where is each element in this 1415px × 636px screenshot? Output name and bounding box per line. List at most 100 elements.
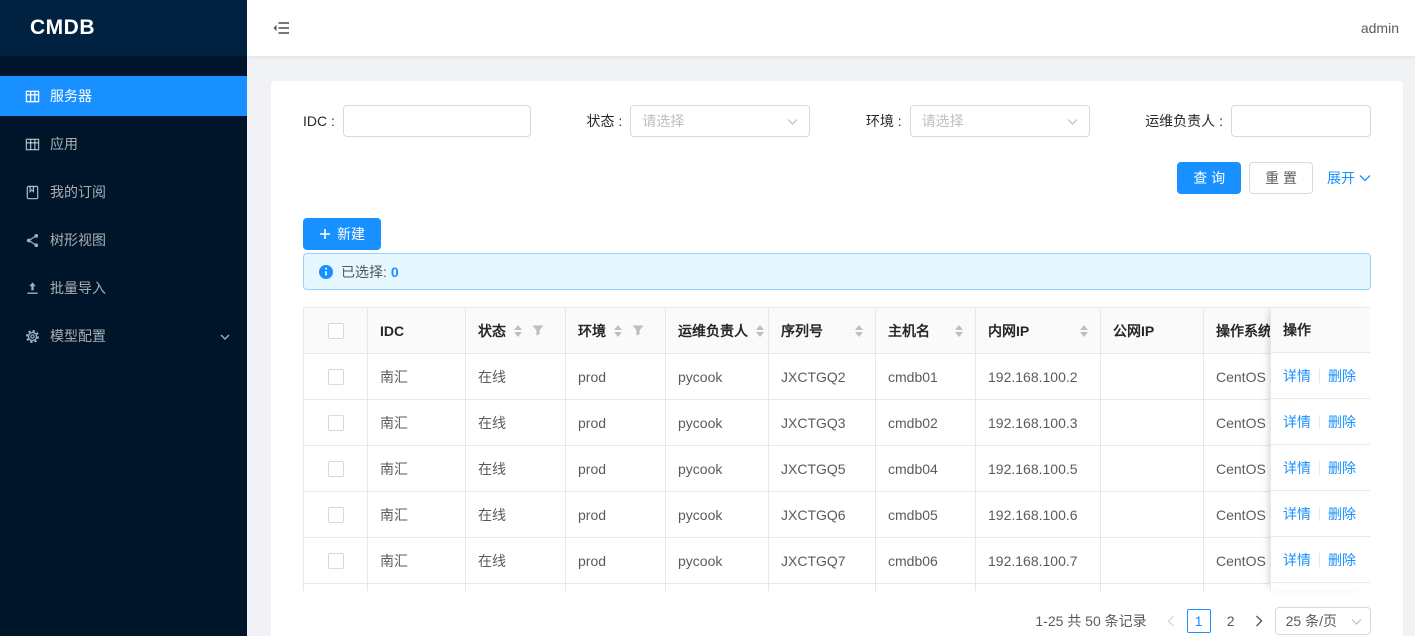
chevron-down-icon	[787, 113, 798, 129]
detail-link[interactable]: 详情	[1283, 412, 1311, 432]
sidebar-item-subscriptions[interactable]: 我的订阅	[0, 172, 247, 212]
filter-funnel-icon[interactable]	[532, 325, 544, 336]
search-button[interactable]: 查 询	[1177, 162, 1241, 194]
filter-env: 环境 : 请选择	[866, 105, 1090, 137]
content-card: IDC : 状态 : 请选择 环境 : 请选择 运维负责人 :	[271, 81, 1403, 636]
expand-link[interactable]: 展开	[1327, 168, 1371, 188]
user-name[interactable]: admin	[1361, 20, 1399, 36]
sidebar-item-label: 树形视图	[50, 230, 106, 250]
cell-serial: JXCTGQ5	[769, 446, 876, 492]
sort-icon[interactable]	[855, 325, 863, 337]
row-checkbox[interactable]	[328, 461, 344, 477]
cell-public-ip	[1101, 492, 1204, 538]
cell-status: 在线	[466, 446, 566, 492]
gear-icon	[24, 328, 40, 344]
page-size-select[interactable]: 25 条/页	[1275, 607, 1371, 635]
action-cell: 详情 删除	[1270, 583, 1370, 591]
cell-private-ip: 192.168.100.6	[976, 492, 1101, 538]
cell-serial: JXCTGQ2	[769, 354, 876, 400]
owner-input[interactable]	[1231, 105, 1371, 137]
status-label: 状态 :	[586, 111, 630, 131]
cell-private-ip: 192.168.100.2	[976, 354, 1101, 400]
cell-hostname: cmdb01	[876, 354, 976, 400]
app-logo: CMDB	[0, 0, 247, 56]
detail-link[interactable]: 详情	[1283, 458, 1311, 478]
chevron-down-icon	[1359, 174, 1371, 183]
table-row: 南汇 在线 prod pycook JXCTGQ5 cmdb04 192.168…	[304, 446, 1371, 492]
expand-label: 展开	[1327, 168, 1355, 188]
row-checkbox[interactable]	[328, 507, 344, 523]
page-1-button[interactable]: 1	[1187, 609, 1211, 633]
sidebar-item-tree-view[interactable]: 树形视图	[0, 220, 247, 260]
table-row	[304, 584, 1371, 592]
prev-page-button[interactable]	[1163, 609, 1179, 633]
column-header-status: 状态	[466, 308, 566, 354]
cell-env: prod	[566, 400, 666, 446]
selection-alert: 已选择: 0	[303, 253, 1371, 290]
cell-hostname: cmdb06	[876, 538, 976, 584]
cell-serial: JXCTGQ6	[769, 492, 876, 538]
env-select[interactable]: 请选择	[910, 105, 1090, 137]
env-select-placeholder: 请选择	[922, 111, 964, 131]
menu-fold-icon[interactable]	[272, 18, 292, 38]
delete-link[interactable]: 删除	[1328, 550, 1356, 570]
sort-icon[interactable]	[514, 325, 522, 337]
detail-link[interactable]: 详情	[1283, 366, 1311, 386]
pagination-total: 1-25 共 50 条记录	[1035, 611, 1146, 631]
row-checkbox[interactable]	[328, 369, 344, 385]
cell-hostname	[876, 584, 976, 592]
cell-status: 在线	[466, 538, 566, 584]
delete-link[interactable]: 删除	[1328, 504, 1356, 524]
status-select-placeholder: 请选择	[642, 111, 684, 131]
cell-public-ip	[1101, 400, 1204, 446]
sidebar-item-label: 我的订阅	[50, 182, 106, 202]
sort-icon[interactable]	[955, 325, 963, 337]
select-all-checkbox[interactable]	[328, 323, 344, 339]
cell-idc	[368, 584, 466, 592]
delete-link[interactable]: 删除	[1328, 458, 1356, 478]
page-size-value: 25 条/页	[1286, 611, 1337, 631]
detail-link[interactable]: 详情	[1283, 550, 1311, 570]
filter-status: 状态 : 请选择	[586, 105, 810, 137]
env-label: 环境 :	[866, 111, 910, 131]
page-2-button[interactable]: 2	[1219, 609, 1243, 633]
toolbar: 新建	[303, 218, 1371, 250]
sidebar-item-model-config[interactable]: 模型配置	[0, 316, 247, 356]
sidebar-item-bulk-import[interactable]: 批量导入	[0, 268, 247, 308]
chevron-down-icon	[1067, 113, 1078, 129]
row-checkbox[interactable]	[328, 415, 344, 431]
filter-funnel-icon[interactable]	[632, 325, 644, 336]
cell-status	[466, 584, 566, 592]
delete-link[interactable]: 删除	[1328, 412, 1356, 432]
cell-idc: 南汇	[368, 400, 466, 446]
status-select[interactable]: 请选择	[630, 105, 810, 137]
idc-input[interactable]	[343, 105, 531, 137]
server-table: IDC 状态 环境 运维负责人 序列号 主机名 内网IP 公网IP 操作系统 南…	[303, 307, 1370, 591]
sidebar-item-label: 批量导入	[50, 278, 106, 298]
action-cell: 详情 删除	[1270, 537, 1370, 583]
next-page-button[interactable]	[1251, 609, 1267, 633]
delete-link[interactable]: 删除	[1328, 366, 1356, 386]
sidebar-item-applications[interactable]: 应用	[0, 124, 247, 164]
sort-icon[interactable]	[756, 325, 764, 337]
filter-owner: 运维负责人 :	[1145, 105, 1371, 137]
cell-public-ip	[1101, 538, 1204, 584]
upload-icon	[24, 280, 40, 296]
sort-icon[interactable]	[1080, 325, 1088, 337]
cell-public-ip	[1101, 446, 1204, 492]
reset-button[interactable]: 重 置	[1249, 162, 1313, 194]
sort-icon[interactable]	[614, 325, 622, 337]
detail-link[interactable]: 详情	[1283, 504, 1311, 524]
create-button[interactable]: 新建	[303, 218, 381, 250]
cell-env: prod	[566, 538, 666, 584]
column-header-actions: 操作	[1270, 307, 1370, 353]
sidebar-item-servers[interactable]: 服务器	[0, 76, 247, 116]
row-checkbox[interactable]	[328, 553, 344, 569]
idc-label: IDC :	[303, 113, 343, 129]
action-cell: 详情 删除	[1270, 353, 1370, 399]
action-divider	[1319, 415, 1320, 429]
action-cell: 详情 删除	[1270, 445, 1370, 491]
cell-private-ip	[976, 584, 1101, 592]
table-icon	[24, 136, 40, 152]
filter-actions: 查 询 重 置 展开	[303, 162, 1371, 194]
